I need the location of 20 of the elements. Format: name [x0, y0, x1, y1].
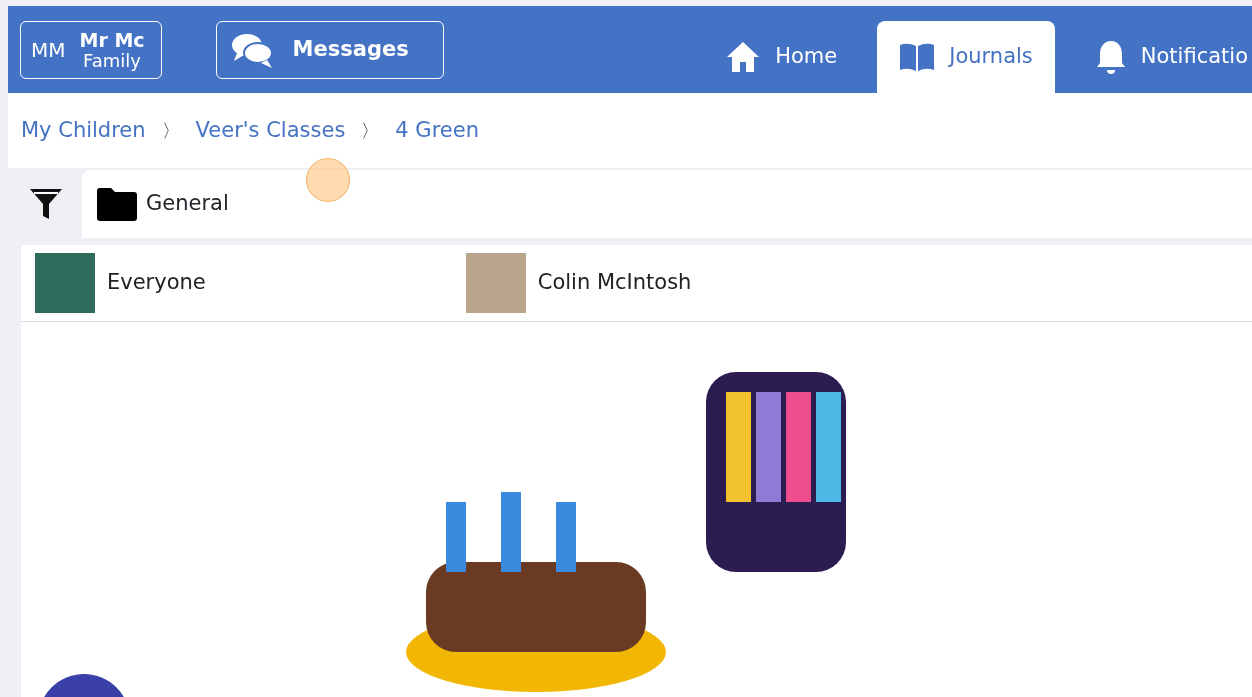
- messages-button[interactable]: Messages: [215, 21, 444, 79]
- breadcrumb-link[interactable]: My Children: [21, 114, 146, 147]
- audience-label: Everyone: [107, 269, 206, 297]
- nav-tab[interactable]: Journals: [877, 21, 1055, 93]
- class-thumbnail: [35, 253, 95, 313]
- touch-indicator: [306, 158, 350, 202]
- filter-icon[interactable]: [28, 186, 64, 222]
- breadcrumb-link[interactable]: 4 Green: [395, 114, 479, 147]
- folder-icon: [96, 187, 138, 221]
- author-name: Colin McIntosh: [537, 269, 692, 297]
- nav-tab[interactable]: Notificatio: [1072, 21, 1252, 93]
- book-icon: [899, 42, 936, 72]
- speech-bubbles-icon: [230, 31, 275, 69]
- photo-placeholder: [465, 253, 526, 313]
- nav-tab[interactable]: Home: [703, 21, 860, 93]
- breadcrumb-separator: 〉: [161, 119, 180, 143]
- breadcrumb-link[interactable]: Veer's Classes: [195, 114, 346, 147]
- breadcrumb-separator: 〉: [361, 119, 380, 143]
- folder-name: General: [146, 190, 229, 218]
- bell-icon: [1094, 39, 1127, 75]
